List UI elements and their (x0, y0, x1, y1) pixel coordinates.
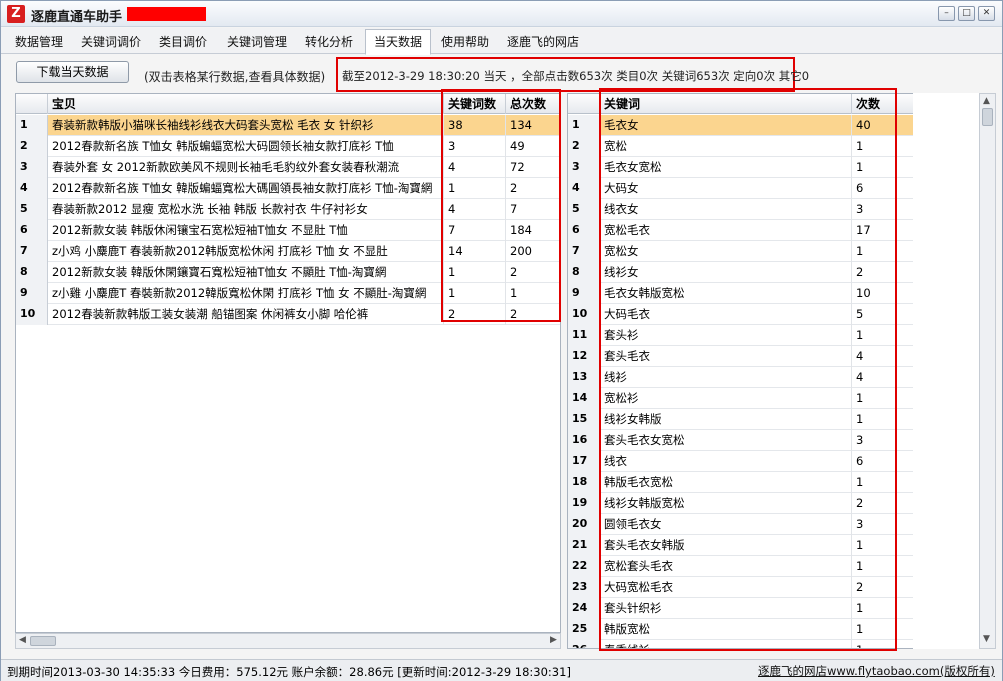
tab-help[interactable]: 使用帮助 (433, 31, 497, 54)
hint-text: (双击表格某行数据,查看具体数据) (144, 70, 326, 84)
scroll-thumb[interactable] (30, 636, 56, 646)
header-rownum (568, 94, 600, 114)
title-bar: Z 逐鹿直通车助手 - – □ ✕ (1, 1, 1002, 27)
shop-link[interactable]: 逐鹿飞的网店www.flytaobao.com(版权所有) (758, 663, 995, 679)
row-number: 19 (568, 493, 600, 514)
row-number: 2 (16, 136, 48, 157)
row-number: 8 (16, 262, 48, 283)
row-number: 4 (16, 178, 48, 199)
vertical-scrollbar[interactable]: ▲ ▼ (979, 93, 996, 649)
row-number: 8 (568, 262, 600, 283)
item-title: 2012新款女装 韩版休闲镶宝石宽松短袖T恤女 不显肚 T恤 (48, 220, 444, 241)
scroll-thumb[interactable] (982, 108, 993, 126)
minimize-icon[interactable]: – (938, 6, 955, 21)
row-number: 1 (16, 115, 48, 136)
status-info: 到期时间2013-03-30 14:35:33 今日费用：575.12元 账户余… (7, 665, 571, 679)
scroll-left-icon[interactable]: ◀ (19, 635, 26, 645)
status-bar: 到期时间2013-03-30 14:35:33 今日费用：575.12元 账户余… (1, 659, 1002, 681)
maximize-icon[interactable]: □ (958, 6, 975, 21)
tab-category-bid[interactable]: 类目调价 (151, 31, 215, 54)
app-logo-icon: Z (7, 5, 25, 23)
header-item[interactable]: 宝贝 (48, 94, 444, 114)
item-title: z小雞 小麋鹿T 春裝新款2012韓版寬松休閑 打底衫 T恤 女 不顯肚-淘寶網 (48, 283, 444, 304)
row-number: 3 (16, 157, 48, 178)
item-title: 2012新款女装 韓版休閑鑲寶石寬松短袖T恤女 不顯肚 T恤-淘寶網 (48, 262, 444, 283)
item-title: 2012春款新名族 T恤女 韓版蝙蝠寬松大碼圓領長袖女款打底衫 T恤-淘寶網 (48, 178, 444, 199)
row-number: 1 (568, 115, 600, 136)
row-number: 16 (568, 430, 600, 451)
row-number: 11 (568, 325, 600, 346)
row-number: 21 (568, 535, 600, 556)
tab-today-data[interactable]: 当天数据 (365, 29, 432, 55)
row-number: 25 (568, 619, 600, 640)
tab-conversion-analysis[interactable]: 转化分析 (297, 31, 361, 54)
item-title: z小鸡 小麋鹿T 春装新款2012韩版宽松休闲 打底衫 T恤 女 不显肚 (48, 241, 444, 262)
row-number: 9 (16, 283, 48, 304)
window-title: 逐鹿直通车助手 - (31, 10, 132, 25)
item-title: 春装新款2012 显瘦 宽松水洗 长袖 韩版 长款衬衣 牛仔衬衫女 (48, 199, 444, 220)
app-window: Z 逐鹿直通车助手 - – □ ✕ 数据管理 关键词调价 类目调价 关键词管理 … (0, 0, 1003, 681)
row-number: 4 (568, 178, 600, 199)
row-number: 24 (568, 598, 600, 619)
tab-keyword-management[interactable]: 关键词管理 (219, 31, 295, 54)
row-number: 6 (16, 220, 48, 241)
download-today-button[interactable]: 下载当天数据 (16, 61, 129, 83)
row-number: 23 (568, 577, 600, 598)
highlight-counts-left (441, 89, 561, 322)
close-icon[interactable]: ✕ (978, 6, 995, 21)
menu-tabs: 数据管理 关键词调价 类目调价 关键词管理 转化分析 当天数据 使用帮助 逐鹿飞… (1, 28, 1002, 55)
row-number: 5 (16, 199, 48, 220)
tab-shop[interactable]: 逐鹿飞的网店 (499, 31, 587, 54)
row-number: 10 (16, 304, 48, 325)
row-number: 22 (568, 556, 600, 577)
header-rownum (16, 94, 48, 114)
row-number: 7 (568, 241, 600, 262)
scroll-down-icon[interactable]: ▼ (983, 634, 990, 644)
item-title: 春装外套 女 2012新款欧美风不规则长袖毛毛豹纹外套女装春秋潮流 (48, 157, 444, 178)
row-number: 26 (568, 640, 600, 648)
highlight-keywords-right (599, 88, 897, 651)
tab-keyword-bid[interactable]: 关键词调价 (73, 31, 149, 54)
row-number: 17 (568, 451, 600, 472)
table-blank-area (913, 93, 979, 649)
item-title: 春装新款韩版小猫咪长袖线衫线衣大码套头宽松 毛衣 女 针织衫 (48, 115, 444, 136)
row-number: 13 (568, 367, 600, 388)
row-number: 5 (568, 199, 600, 220)
row-number: 2 (568, 136, 600, 157)
horizontal-scrollbar[interactable]: ◀ ▶ (15, 633, 561, 649)
title-redaction (127, 7, 206, 21)
row-number: 3 (568, 157, 600, 178)
scroll-up-icon[interactable]: ▲ (983, 96, 990, 106)
row-number: 20 (568, 514, 600, 535)
row-number: 15 (568, 409, 600, 430)
row-number: 9 (568, 283, 600, 304)
summary-text: 截至2012-3-29 18:30:20 当天 ，全部点击数653次 类目0次 … (342, 69, 810, 83)
item-title: 2012春款新名族 T恤女 韩版蝙蝠宽松大码圆领长袖女款打底衫 T恤 (48, 136, 444, 157)
row-number: 10 (568, 304, 600, 325)
scroll-right-icon[interactable]: ▶ (550, 635, 557, 645)
row-number: 18 (568, 472, 600, 493)
row-number: 6 (568, 220, 600, 241)
row-number: 14 (568, 388, 600, 409)
row-number: 7 (16, 241, 48, 262)
tab-data-management[interactable]: 数据管理 (7, 31, 71, 54)
row-number: 12 (568, 346, 600, 367)
item-title: 2012春装新款韩版工装女装潮 船锚图案 休闲裤女小脚 哈伦裤 (48, 304, 444, 325)
